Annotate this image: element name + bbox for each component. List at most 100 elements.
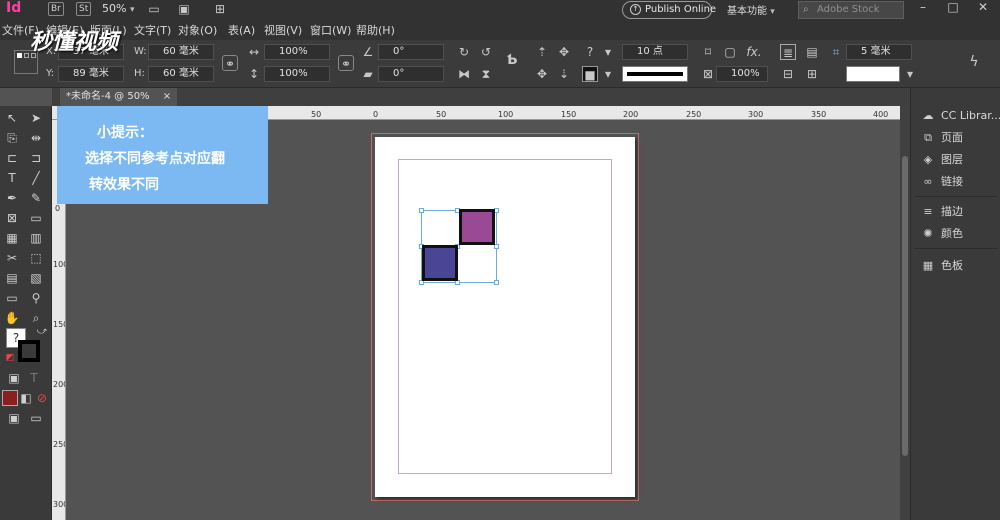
workspace-switcher[interactable]: 基本功能 ▾ <box>727 2 775 17</box>
wrap-around-icon[interactable]: ▤ <box>804 44 820 60</box>
formatting-text-icon[interactable]: T <box>26 370 42 386</box>
text-wrap-icon[interactable]: ≣ <box>780 44 796 60</box>
menu-help[interactable]: 帮助(H) <box>356 22 395 38</box>
pen-tool-icon[interactable]: ✒ <box>4 190 20 206</box>
menu-view[interactable]: 视图(V) <box>264 22 302 38</box>
chevron-down-icon[interactable]: ▾ <box>600 66 616 82</box>
close-icon[interactable]: ✕ <box>972 0 994 18</box>
swap-fill-stroke-icon[interactable]: ⤻ <box>34 324 50 340</box>
panel-cc-libraries[interactable]: ☁ CC Librar... <box>921 106 1000 126</box>
chevron-down-icon[interactable]: ▾ <box>902 66 918 82</box>
rectangle-frame-tool-icon[interactable]: ⊠ <box>4 210 20 226</box>
y-field[interactable]: 89 毫米 <box>58 66 124 82</box>
select-container-icon[interactable]: ⇡ <box>534 44 550 60</box>
panel-stroke[interactable]: ≡ 描边 <box>921 202 1000 222</box>
rectangle-tool-icon[interactable]: ▭ <box>28 210 44 226</box>
close-tab-icon[interactable]: × <box>163 91 171 102</box>
panel-layers[interactable]: ◈ 图层 <box>921 150 1000 170</box>
gap-tool-icon[interactable]: ⇹ <box>28 130 44 146</box>
distribute-icon[interactable]: ⊞ <box>804 66 820 82</box>
arrange-documents-icon[interactable]: ⊞ <box>212 1 228 17</box>
menu-table[interactable]: 表(A) <box>228 22 255 38</box>
rotate-ccw-icon[interactable]: ↺ <box>478 44 494 60</box>
flip-vertical-icon[interactable]: ⧗ <box>478 66 494 82</box>
reference-point-selected[interactable] <box>17 53 22 58</box>
view-options-icon[interactable]: ▭ <box>146 1 162 17</box>
menu-type[interactable]: 文字(T) <box>134 22 171 38</box>
lightning-icon[interactable]: ϟ <box>966 54 982 70</box>
width-field[interactable]: 60 毫米 <box>148 44 214 60</box>
zoom-dropdown[interactable]: 50% ▾ <box>102 2 134 15</box>
content-placer-icon[interactable]: ⊐ <box>28 150 44 166</box>
table-tool-icon[interactable]: ▦ <box>4 230 20 246</box>
publish-online-button[interactable]: ↑ Publish Online <box>622 1 716 19</box>
pencil-tool-icon[interactable]: ✎ <box>28 190 44 206</box>
menu-window[interactable]: 窗口(W) <box>310 22 351 38</box>
frame-icon[interactable]: ▢ <box>722 44 738 60</box>
stroke-swatch-icon[interactable]: ■ <box>582 66 598 82</box>
link-scale-icon[interactable]: ⚭ <box>338 55 354 71</box>
free-transform-tool-icon[interactable]: ⬚ <box>28 250 44 266</box>
height-field[interactable]: 60 毫米 <box>148 66 214 82</box>
apply-color-icon[interactable] <box>2 390 18 406</box>
type-tool-icon[interactable]: T <box>4 170 20 186</box>
gradient-swatch-tool-icon[interactable]: ▤ <box>4 270 20 286</box>
maximize-icon[interactable]: □ <box>942 0 964 18</box>
screen-mode-icon[interactable]: ▣ <box>176 1 192 17</box>
default-fill-stroke-icon[interactable]: ◩ <box>2 350 18 366</box>
hand-tool-icon[interactable]: ✋ <box>4 310 20 326</box>
selection-handle[interactable] <box>494 280 499 285</box>
formatting-container-icon[interactable]: ▣ <box>6 370 22 386</box>
document-page[interactable] <box>375 137 635 497</box>
note-tool-icon[interactable]: ▭ <box>4 290 20 306</box>
scrollbar-thumb[interactable] <box>902 156 908 456</box>
apply-gradient-icon[interactable]: ◧ <box>18 390 34 406</box>
corner-size-field[interactable]: 5 毫米 <box>846 44 912 60</box>
document-tab[interactable]: *未命名-4 @ 50% × <box>60 88 178 106</box>
scale-y-field[interactable]: 100% <box>264 66 330 82</box>
preview-mode-icon[interactable]: ▭ <box>28 410 44 426</box>
panel-swatches[interactable]: ▦ 色板 <box>921 256 1000 276</box>
gradient-feather-tool-icon[interactable]: ▧ <box>28 270 44 286</box>
corner-options-icon[interactable]: ⌗ <box>828 44 844 60</box>
corner-shape-dropdown[interactable] <box>846 66 900 82</box>
vertical-scrollbar[interactable] <box>900 106 910 520</box>
apply-none-icon[interactable]: ⊘ <box>34 390 50 406</box>
bridge-button[interactable]: Br <box>48 2 64 16</box>
panel-color[interactable]: ✺ 颜色 <box>921 224 1000 244</box>
blue-square-shape[interactable] <box>422 245 458 281</box>
adobe-stock-search[interactable]: ⌕ Adobe Stock <box>798 1 904 19</box>
scale-x-field[interactable]: 100% <box>264 44 330 60</box>
content-collector-icon[interactable]: ⊏ <box>4 150 20 166</box>
rotate-cw-icon[interactable]: ↻ <box>456 44 472 60</box>
select-content-icon[interactable]: ✥ <box>556 44 572 60</box>
normal-view-icon[interactable]: ▣ <box>6 410 22 426</box>
selection-handle[interactable] <box>419 208 424 213</box>
select-previous-icon[interactable]: ✥ <box>534 66 550 82</box>
direct-selection-tool-icon[interactable]: ➤ <box>28 110 44 126</box>
stroke-type-dropdown[interactable] <box>622 66 688 82</box>
fill-icon[interactable]: ? <box>582 44 598 60</box>
stroke-weight-field[interactable]: 10 点 <box>622 44 688 60</box>
stroke-swatch[interactable] <box>18 340 40 362</box>
shear-field[interactable]: 0° <box>378 66 444 82</box>
select-next-icon[interactable]: ⇣ <box>556 66 572 82</box>
panel-pages[interactable]: ⧉ 页面 <box>921 128 1000 148</box>
minimize-icon[interactable]: – <box>912 0 934 18</box>
purple-square-shape[interactable] <box>459 209 495 245</box>
flip-horizontal-icon[interactable]: ⧓ <box>456 66 472 82</box>
line-tool-icon[interactable]: ╱ <box>28 170 44 186</box>
panel-links[interactable]: ∞ 链接 <box>921 172 1000 192</box>
menu-object[interactable]: 对象(O) <box>178 22 217 38</box>
fitting-icon[interactable]: ⌑ <box>700 44 716 60</box>
stock-button[interactable]: St <box>76 2 92 16</box>
reference-point[interactable] <box>24 53 29 58</box>
align-icon[interactable]: ⊟ <box>780 66 796 82</box>
link-proportions-icon[interactable]: ⚭ <box>222 55 238 71</box>
eyedropper-tool-icon[interactable]: ⚲ <box>28 290 44 306</box>
effects-fx-icon[interactable]: fx. <box>746 44 762 60</box>
selection-tool-icon[interactable]: ↖ <box>4 110 20 126</box>
grid-tool-icon[interactable]: ▥ <box>28 230 44 246</box>
chevron-down-icon[interactable]: ▾ <box>600 44 616 60</box>
scissors-tool-icon[interactable]: ✂ <box>4 250 20 266</box>
